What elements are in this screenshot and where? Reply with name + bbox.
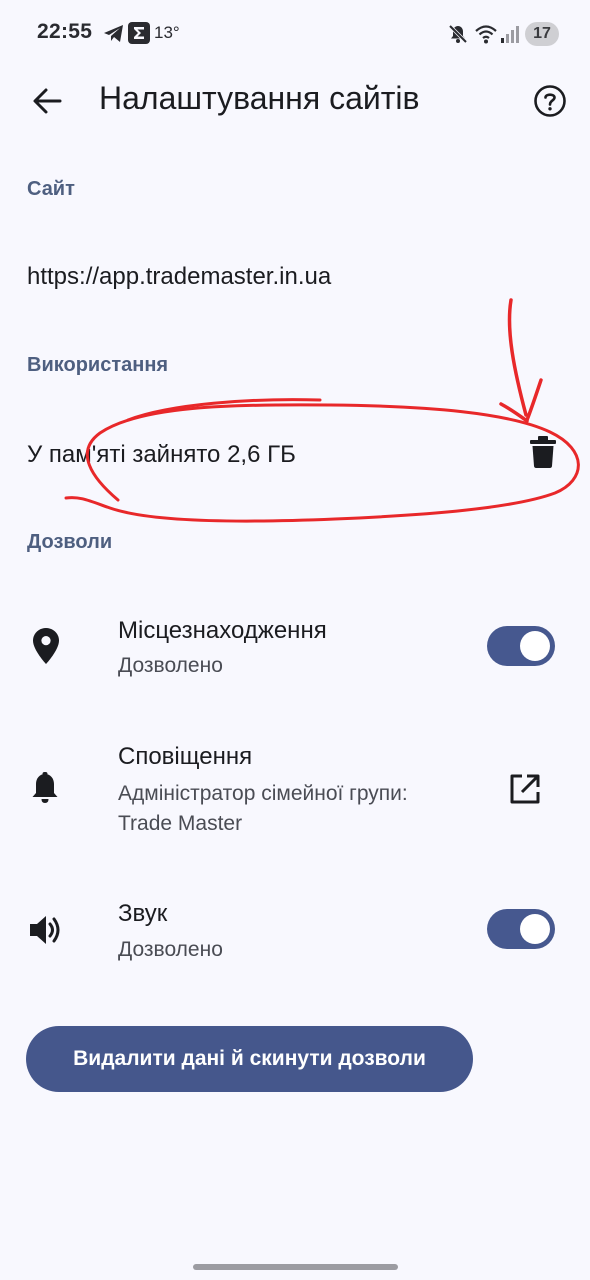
mute-icon [448,24,468,44]
trash-icon[interactable] [530,436,556,468]
speaker-icon [30,916,60,944]
status-temperature: 13° [154,23,180,42]
permission-status-sound: Дозволено [118,938,223,961]
signal-icon [501,26,519,43]
toggle-knob [520,914,550,944]
sound-toggle[interactable] [487,909,555,949]
section-header-permissions: Дозволи [27,531,113,553]
telegram-icon [104,25,123,42]
arrow-back-icon[interactable] [32,87,62,115]
sigma-app-icon [128,22,150,44]
storage-usage-text: У пам'яті зайнято 2,6 ГБ [27,441,296,468]
help-icon[interactable] [533,84,567,118]
permission-title-location: Місцезнаходження [118,617,327,644]
bell-icon [32,772,58,803]
navigation-handle[interactable] [193,1264,398,1270]
location-toggle[interactable] [487,626,555,666]
section-header-usage: Використання [27,354,169,376]
permission-status-notifications: Адміністратор сімейної групи: Trade Mast… [118,782,408,835]
section-header-site: Сайт [27,178,75,200]
annotation-arrow [499,298,543,423]
permission-status-location: Дозволено [118,654,223,677]
clear-and-reset-button[interactable]: Видалити дані й скинути дозволи [26,1026,473,1092]
open-external-icon[interactable] [509,773,541,805]
location-pin-icon [33,628,59,664]
permission-title-sound: Звук [118,900,168,927]
battery-icon: 17 [525,22,559,46]
page-title: Налаштування сайтів [99,80,420,116]
status-time: 22:55 [37,20,93,43]
wifi-icon [475,25,497,44]
permission-title-notifications: Сповіщення [118,743,253,770]
toggle-knob [520,631,550,661]
site-url: https://app.trademaster.in.ua [27,263,332,290]
